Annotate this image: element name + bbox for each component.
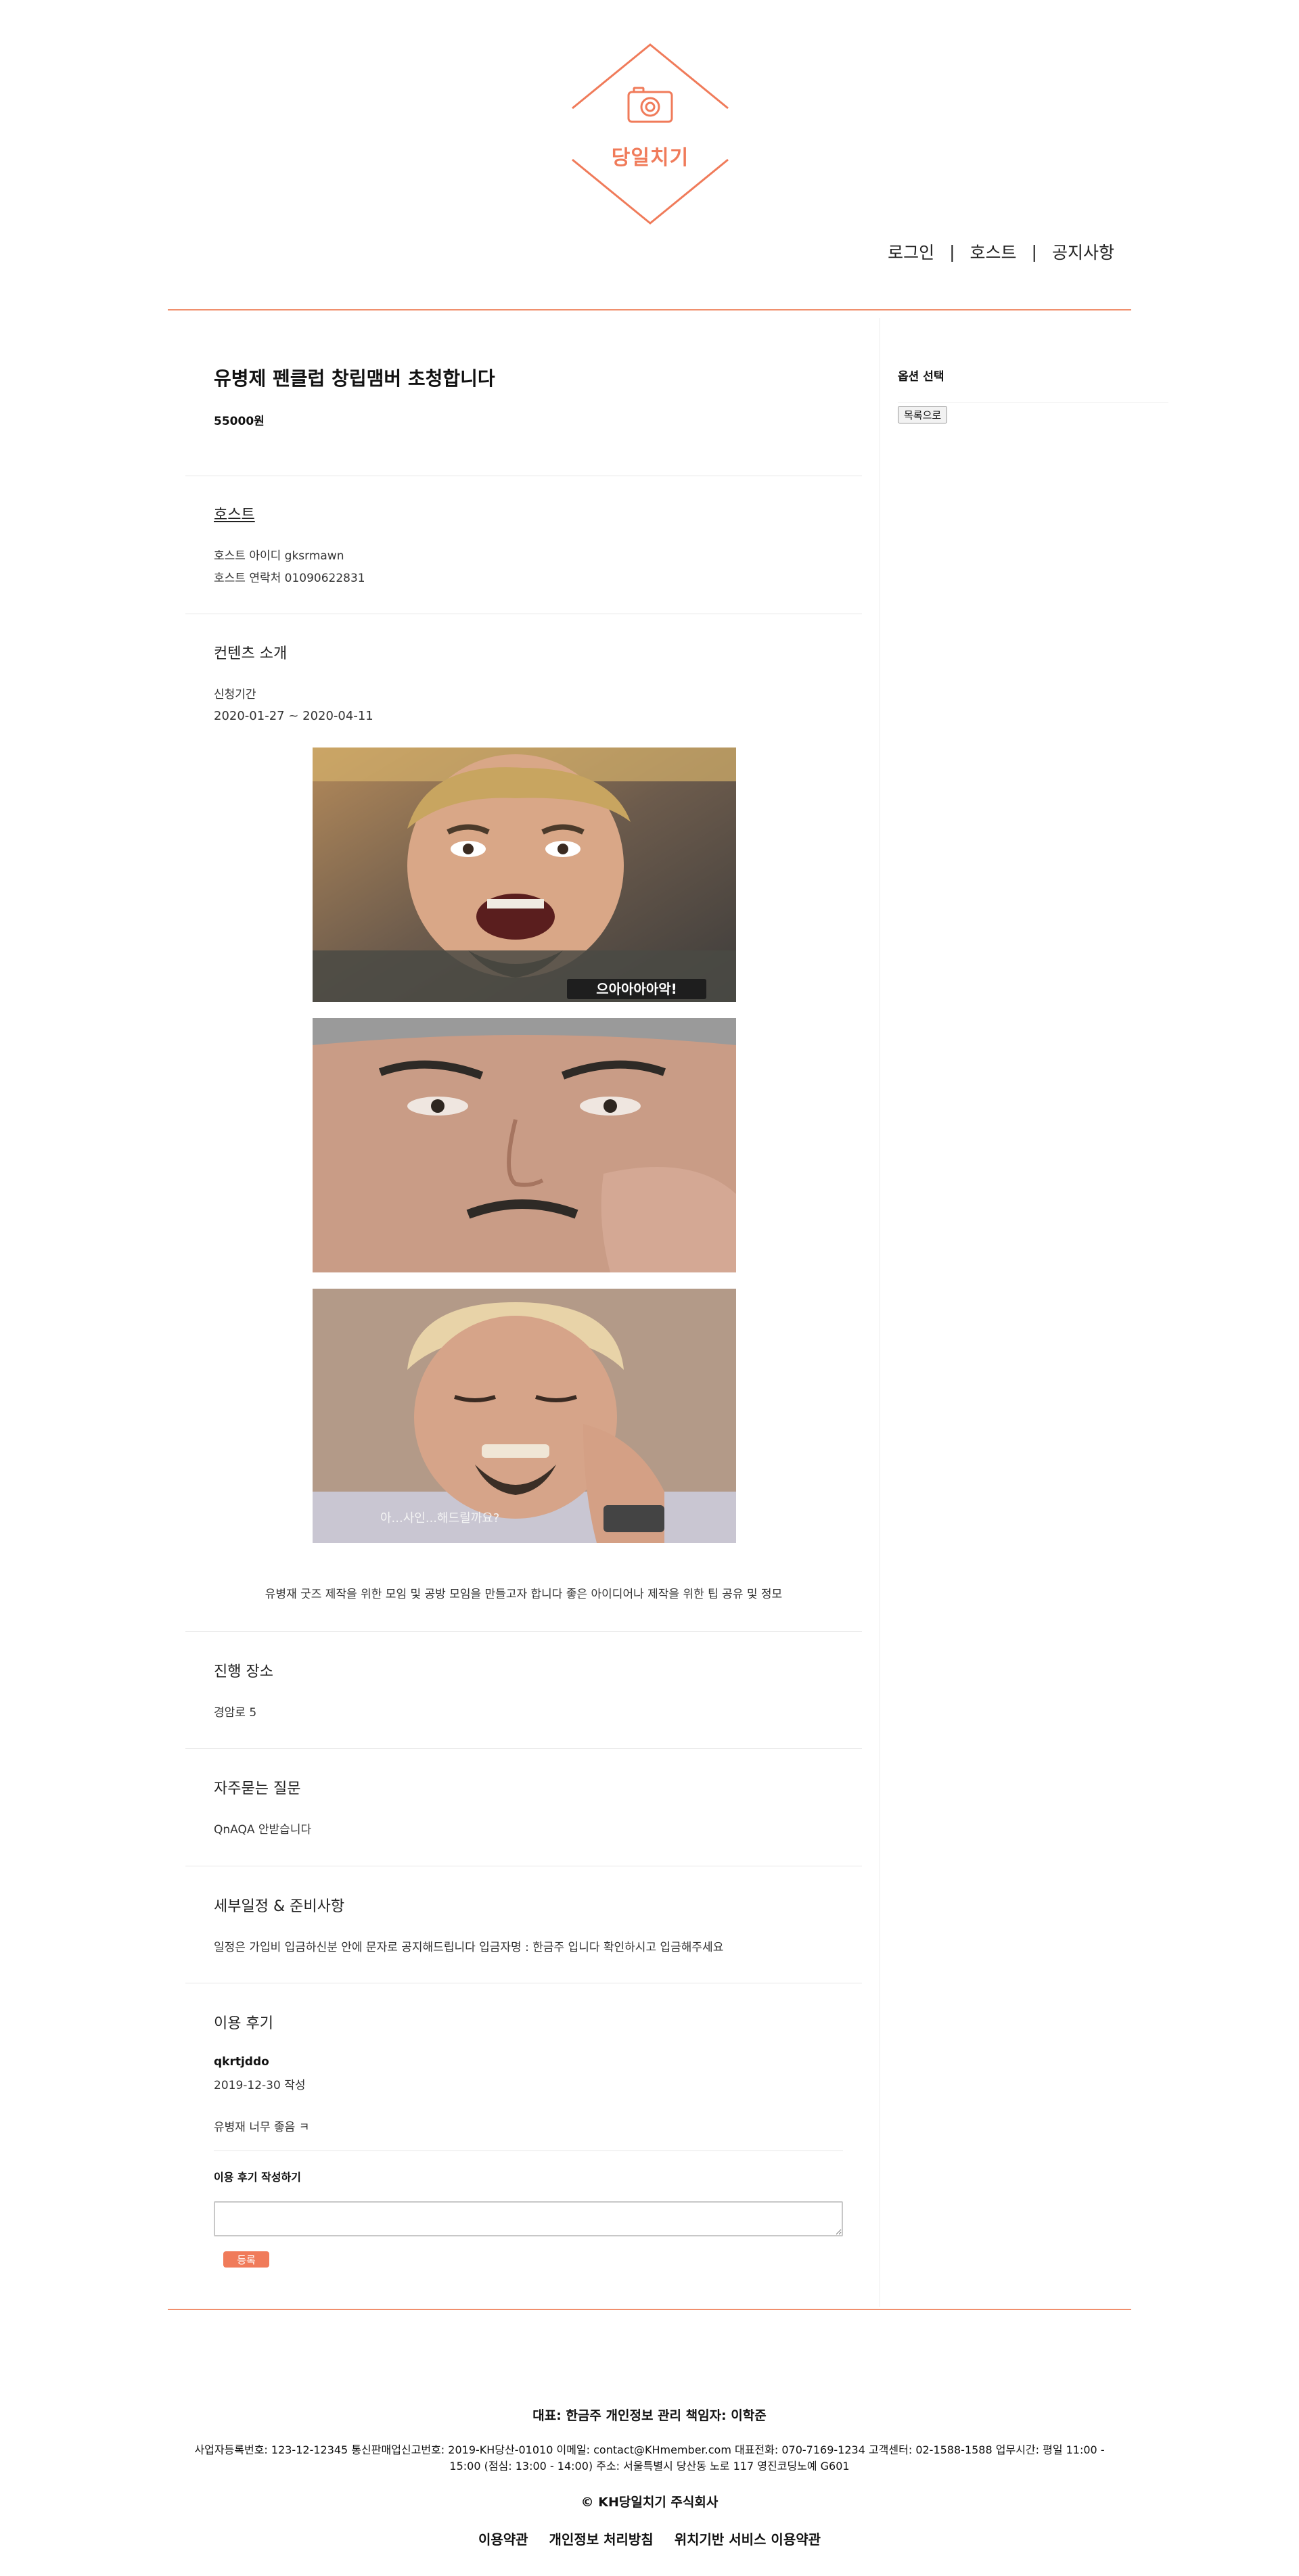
site-logo[interactable]: 당일치기 [567, 41, 733, 227]
footer-copyright: © KH당일치기 주식회사 [580, 2495, 719, 2510]
logo-diamond-icon [572, 43, 729, 225]
period-label: 신청기간 [214, 688, 256, 702]
footer-link-terms[interactable]: 이용약관 [478, 2531, 528, 2548]
top-navigation: 로그인 | 호스트 | 공지사항 [888, 239, 1114, 264]
content-description: 유병재 굿즈 제작을 위한 모임 및 공방 모임을 만들고자 합니다 좋은 아이… [265, 1588, 783, 1601]
nav-separator: | [1031, 242, 1037, 262]
review-text: 유병재 너무 좋음 ㅋ [214, 2121, 310, 2134]
faq-heading: 자주묻는 질문 [214, 1780, 301, 1797]
content-image-3: 아...사인...해드릴까요? [313, 1289, 736, 1543]
back-to-list-button[interactable]: 목록으로 [898, 406, 948, 423]
content-heading: 컨텐츠 소개 [214, 645, 288, 662]
location-heading: 진행 장소 [214, 1663, 273, 1680]
image3-caption: 아...사인...해드릴까요? [380, 1511, 499, 1525]
nav-host[interactable]: 호스트 [970, 239, 1017, 264]
logo-text: 당일치기 [611, 146, 689, 170]
period-value: 2020-01-27 ~ 2020-04-11 [214, 709, 373, 723]
footer-link-privacy[interactable]: 개인정보 처리방침 [549, 2531, 654, 2548]
host-contact: 호스트 연락처 01090622831 [214, 572, 365, 585]
option-select-title: 옵션 선택 [898, 370, 944, 384]
image1-caption: 으아아아아악! [596, 981, 677, 997]
nav-notice[interactable]: 공지사항 [1052, 239, 1114, 264]
review-submit-button[interactable]: 등록 [223, 2251, 269, 2268]
schedule-heading: 세부일정 & 준비사항 [214, 1898, 345, 1915]
write-review-label: 이용 후기 작성하기 [214, 2171, 301, 2184]
nav-separator: | [949, 242, 955, 262]
sidebar-divider [898, 402, 1168, 403]
review-textarea[interactable] [214, 2201, 843, 2236]
host-heading[interactable]: 호스트 [214, 503, 255, 524]
product-price: 55000원 [214, 415, 265, 428]
review-author: qkrtjddo [214, 2055, 269, 2069]
header-divider [168, 309, 1131, 310]
footer-divider [168, 2309, 1131, 2310]
nav-login[interactable]: 로그인 [888, 239, 934, 264]
host-id: 호스트 아이디 gksrmawn [214, 549, 344, 563]
product-title: 유병제 펜클럽 창립맴버 초청합니다 [214, 367, 495, 390]
footer-business-info: 사업자등록번호: 123-12-12345 통신판매업신고번호: 2019-KH… [194, 2443, 1105, 2472]
footer-links: 이용약관 개인정보 처리방침 위치기반 서비스 이용약관 [168, 2529, 1131, 2548]
reviews-heading: 이용 후기 [214, 2015, 273, 2032]
faq-value: QnAQA 안받습니다 [214, 1823, 312, 1837]
content-image-2 [313, 1018, 736, 1272]
section-divider [185, 1748, 862, 1749]
camera-icon [627, 87, 673, 123]
schedule-value: 일정은 가입비 입금하신분 안에 문자로 공지해드립니다 입금자명 : 한금주 … [214, 1941, 724, 1954]
location-value: 경암로 5 [214, 1706, 257, 1720]
footer-link-location-terms[interactable]: 위치기반 서비스 이용약관 [675, 2531, 821, 2548]
section-divider [185, 1631, 862, 1632]
review-divider [214, 2150, 843, 2151]
content-image-1: 으아아아아악! [313, 748, 736, 1002]
footer-representative: 대표: 한금주 개인정보 관리 책임자: 이학준 [532, 2408, 767, 2423]
review-date: 2019-12-30 작성 [214, 2079, 306, 2092]
